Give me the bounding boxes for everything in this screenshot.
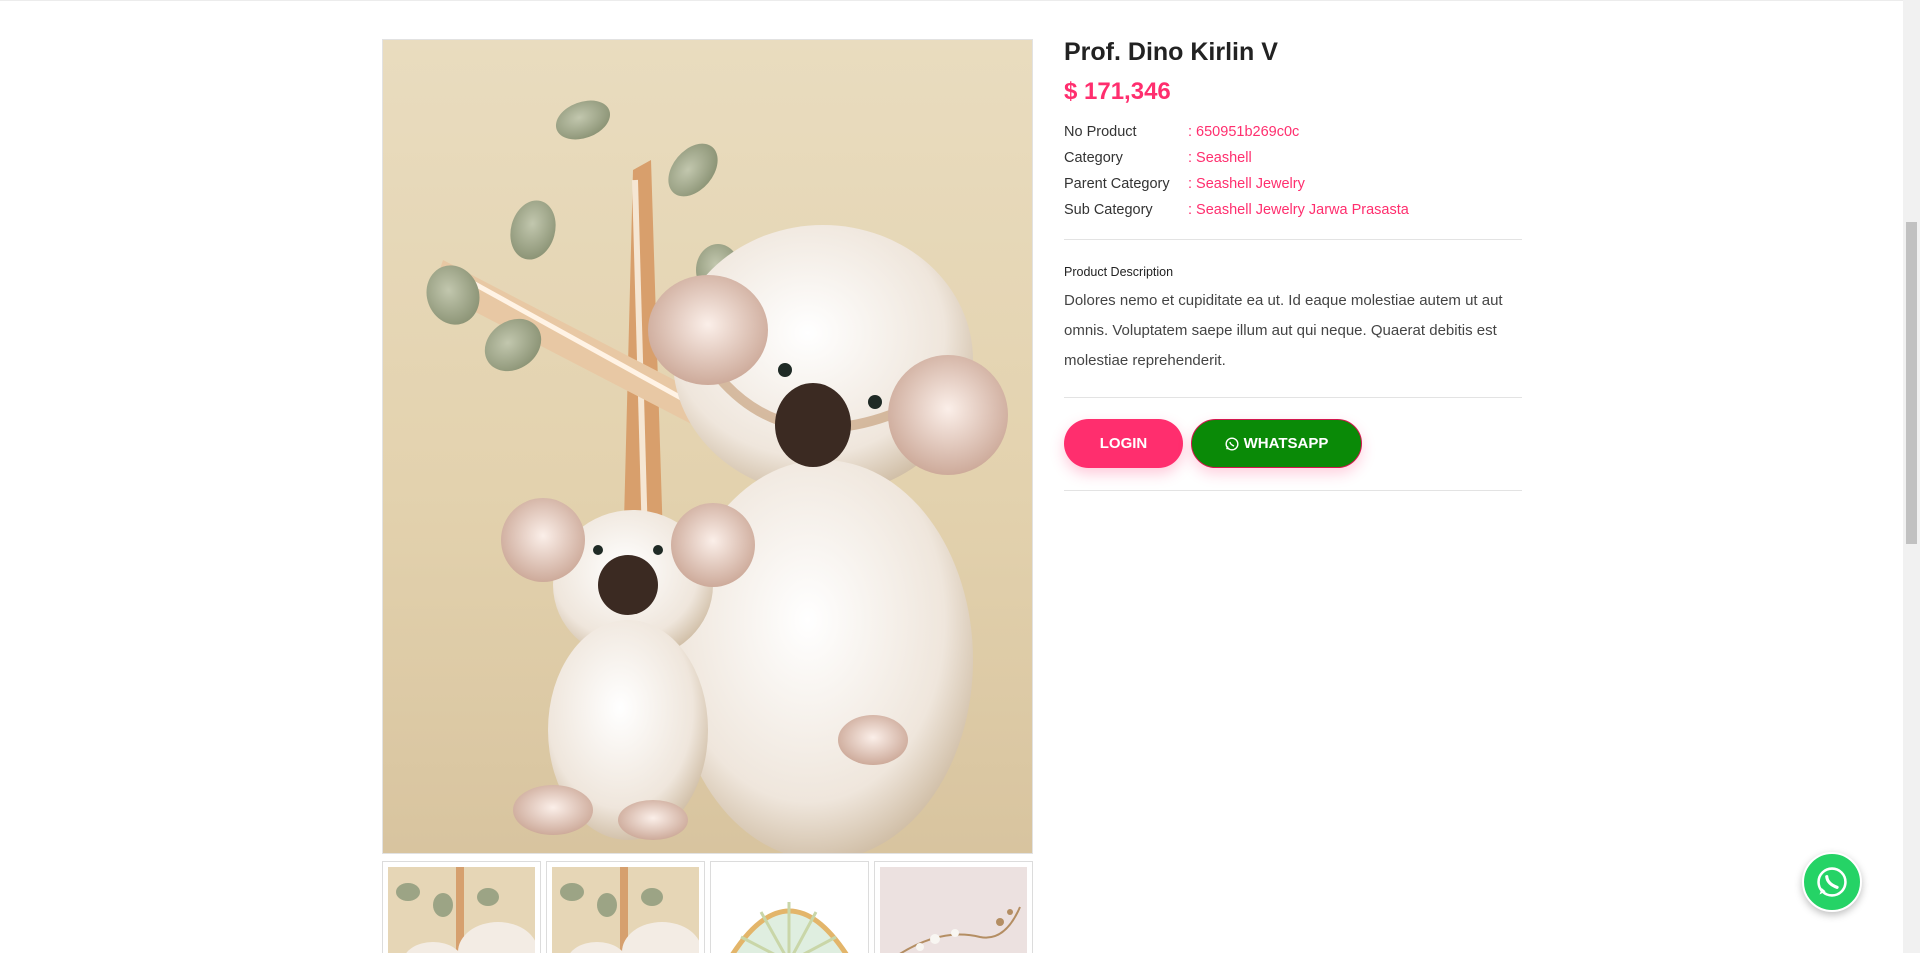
info-value: : 650951b269c0c [1188,124,1300,140]
thumbnail-1[interactable] [382,861,541,953]
product-details: Prof. Dino Kirlin V $ 171,346 No Product… [1064,36,1522,491]
info-label: Category [1064,150,1123,166]
thumbnail-4[interactable] [874,861,1033,953]
thumbnail-2[interactable] [546,861,705,953]
login-button-label: LOGIN [1099,435,1148,452]
whatsapp-button[interactable]: WHATSAPP [1191,419,1362,468]
thumbnail-3[interactable] [710,861,869,953]
divider [1064,397,1522,398]
header-divider [0,0,1904,1]
login-button[interactable]: LOGIN [1064,419,1183,468]
whatsapp-icon [1815,865,1849,899]
product-price: $ 171,346 [1064,78,1171,105]
product-title: Prof. Dino Kirlin V [1064,38,1278,66]
whatsapp-button-label: WHATSAPP [1243,435,1329,452]
product-info-list: No Product : 650951b269c0c Category : Se… [1064,119,1522,223]
info-value[interactable]: : Seashell Jewelry [1188,171,1305,197]
thumbnail-strip [382,861,1033,953]
product-main-image[interactable] [382,39,1033,854]
action-buttons: LOGIN WHATSAPP [1064,419,1522,469]
info-label: Sub Category [1064,202,1153,218]
info-value[interactable]: : Seashell [1188,145,1252,171]
info-row-no-product: No Product : 650951b269c0c [1064,119,1522,145]
info-label: No Product [1064,124,1137,140]
whatsapp-icon [1225,436,1239,451]
divider [1064,490,1522,491]
divider [1064,239,1522,240]
description-text: Dolores nemo et cupiditate ea ut. Id eaq… [1064,292,1503,369]
info-row-sub-category: Sub Category : Seashell Jewelry Jarwa Pr… [1064,197,1522,223]
floating-whatsapp-button[interactable] [1802,852,1862,912]
description-label: Product Description [1064,265,1174,279]
info-row-parent-category: Parent Category : Seashell Jewelry [1064,171,1522,197]
scrollbar-thumb[interactable] [1906,222,1917,544]
info-label: Parent Category [1064,176,1170,192]
info-value[interactable]: : Seashell Jewelry Jarwa Prasasta [1188,197,1409,223]
page-scrollbar[interactable] [1903,0,1920,953]
info-row-category: Category : Seashell [1064,145,1522,171]
